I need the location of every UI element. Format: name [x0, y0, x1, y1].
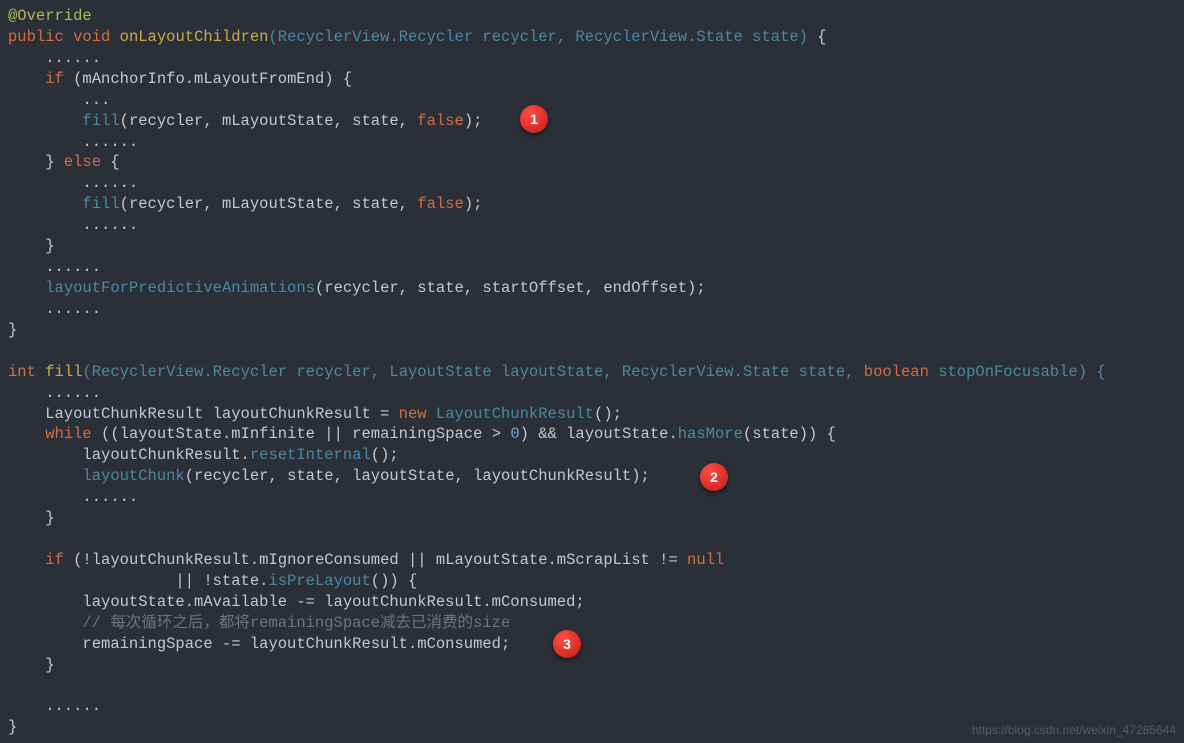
call-hasMore: hasMore — [678, 425, 743, 443]
sig-fill-a: (RecyclerView.Recycler recycler, LayoutS… — [82, 363, 863, 381]
call-isPreLayout: isPreLayout — [268, 572, 370, 590]
annotation-override: @Override — [8, 7, 92, 25]
method-fill: fill — [45, 363, 82, 381]
kw-else: else — [64, 153, 101, 171]
call-layoutForPredictiveAnimations: layoutForPredictiveAnimations — [45, 279, 315, 297]
kw-void: void — [73, 28, 110, 46]
kw-false-1: false — [417, 112, 464, 130]
kw-false-2: false — [417, 195, 464, 213]
method-onLayoutChildren: onLayoutChildren — [120, 28, 269, 46]
kw-public: public — [8, 28, 64, 46]
call-fill-1: fill — [82, 112, 119, 130]
badge-3: 3 — [553, 630, 581, 658]
code-block: @Override public void onLayoutChildren(R… — [0, 0, 1184, 743]
call-fill-2: fill — [82, 195, 119, 213]
kw-boolean: boolean — [864, 363, 929, 381]
watermark: https://blog.csdn.net/weixin_47285644 — [972, 723, 1176, 737]
call-layoutChunk: layoutChunk — [82, 467, 184, 485]
kw-null: null — [687, 551, 724, 569]
kw-while: while — [45, 425, 92, 443]
ctor-LayoutChunkResult: LayoutChunkResult — [436, 405, 594, 423]
num-zero: 0 — [510, 425, 519, 443]
kw-new: new — [399, 405, 427, 423]
comment-cn: // 每次循环之后，都将remainingSpace减去已消费的size — [8, 614, 510, 632]
kw-if-2: if — [45, 551, 64, 569]
badge-1: 1 — [520, 105, 548, 133]
kw-int: int — [8, 363, 36, 381]
badge-2: 2 — [700, 463, 728, 491]
sig-onLayoutChildren: (RecyclerView.Recycler recycler, Recycle… — [268, 28, 808, 46]
kw-if: if — [45, 70, 64, 88]
call-resetInternal: resetInternal — [250, 446, 371, 464]
sig-fill-b: stopOnFocusable) { — [929, 363, 1106, 381]
